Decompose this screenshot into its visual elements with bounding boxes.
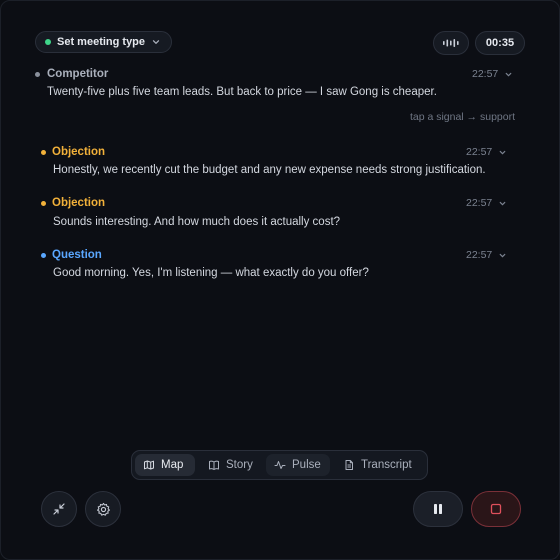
tab-map[interactable]: Map [135, 454, 195, 476]
waveform-icon [443, 39, 459, 47]
stop-icon [490, 503, 502, 515]
signal-text: Twenty-five plus five team leads. But ba… [47, 86, 437, 98]
signal-label: Objection [52, 146, 106, 158]
signal-time: 22:57 [466, 146, 493, 158]
signal-text: Honestly, we recently cut the budget and… [53, 164, 486, 176]
support-hint: tap a signal → support [409, 111, 515, 123]
chevron-down-icon[interactable] [504, 70, 513, 79]
signal-bullet [41, 149, 46, 155]
signal-bullet [35, 71, 40, 77]
tab-story[interactable]: Story [200, 454, 262, 476]
chevron-down-icon [152, 40, 160, 44]
chevron-down-icon[interactable] [498, 199, 507, 208]
audio-level-button[interactable] [433, 31, 469, 55]
chevron-down-icon[interactable] [498, 251, 507, 260]
signal-label: Question [52, 249, 102, 261]
signal-time: 22:57 [472, 68, 499, 80]
tab-transcript[interactable]: Transcript [335, 454, 425, 476]
tab-label: Pulse [292, 459, 321, 471]
signal-text: Good morning. Yes, I'm listening — what … [53, 267, 369, 279]
tab-label: Transcript [361, 459, 412, 471]
pause-icon [434, 504, 442, 514]
document-icon [345, 460, 353, 470]
signal-label: Objection [52, 197, 106, 209]
signal-text: Sounds interesting. And how much does it… [53, 216, 341, 228]
pause-button[interactable] [413, 491, 463, 527]
meeting-type-selector[interactable]: Set meeting type [35, 31, 173, 53]
meeting-type-label: Set meeting type [57, 36, 146, 48]
collapse-icon [53, 503, 65, 515]
session-timer: 00:35 [475, 31, 525, 55]
signal-bullet [41, 200, 46, 206]
pulse-icon [274, 461, 286, 469]
stop-button[interactable] [471, 491, 521, 527]
map-icon [144, 460, 154, 470]
signal-bullet [41, 252, 46, 258]
settings-button[interactable] [85, 491, 121, 527]
signal-time: 22:57 [466, 249, 493, 261]
chevron-down-icon[interactable] [498, 148, 507, 157]
gear-icon [96, 502, 110, 516]
status-dot [45, 39, 51, 45]
book-icon [209, 460, 219, 470]
tab-pulse[interactable]: Pulse [266, 454, 330, 476]
tab-label: Map [161, 459, 184, 471]
view-tabs: Map Story Pulse Transcript [131, 450, 428, 480]
signal-label: Competitor [47, 68, 109, 80]
tab-label: Story [226, 459, 253, 471]
minimize-button[interactable] [41, 491, 77, 527]
signal-time: 22:57 [466, 197, 493, 209]
